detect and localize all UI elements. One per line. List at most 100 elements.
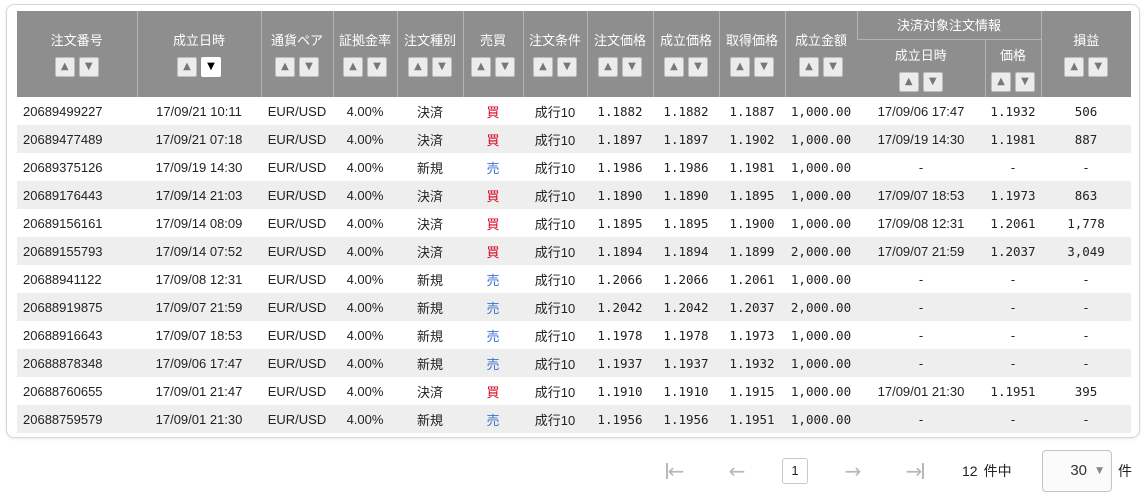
sort-desc-exec-amount[interactable]: ▼	[823, 57, 843, 77]
cell-exec-amount: 1,000.00	[790, 215, 852, 231]
cell-order-price: 1.1978	[597, 327, 643, 343]
table-row[interactable]: 20688916643 17/09/07 18:53 EUR/USD 4.00% 新規 売…	[17, 321, 1131, 349]
sort-desc-settle-time[interactable]: ▼	[922, 72, 943, 93]
cell-exec-time: 17/09/08 12:31	[155, 271, 243, 287]
cell-order-type: 新規	[416, 328, 443, 344]
cell-exec-amount: 2,000.00	[785, 237, 857, 265]
cell-exec-time: 17/09/14 07:52	[137, 237, 261, 265]
sort-asc-exec-amount[interactable]: ▲	[799, 57, 819, 77]
cell-order-type: 新規	[397, 293, 463, 321]
sort-desc-pnl[interactable]: ▼	[1088, 57, 1109, 77]
cell-settle-time: -	[857, 349, 985, 377]
cell-exec-amount: 1,000.00	[790, 271, 852, 287]
cell-order-type: 決済	[416, 104, 443, 120]
cell-margin-rate: 4.00%	[346, 327, 384, 343]
next-page-icon[interactable]: →	[838, 458, 868, 484]
cell-pair: EUR/USD	[267, 383, 327, 399]
cell-acq-price: 1.1932	[719, 349, 785, 377]
table-row[interactable]: 20688759579 17/09/01 21:30 EUR/USD 4.00% 新規売…	[17, 405, 1132, 433]
cell-exec-price: 1.1895	[663, 215, 709, 231]
cell-exec-time: 17/09/19 14:30	[155, 159, 243, 175]
sort-asc-acq-price[interactable]: ▲	[730, 57, 750, 77]
col-order-price: 注文価格 ▲ ▼	[586, 11, 653, 97]
sort-desc-order-type[interactable]: ▼	[432, 57, 452, 77]
cell-order-no: 20689155793	[17, 237, 137, 265]
table-row[interactable]: 20689499227 17/09/21 10:11 EUR/USD 4.00% 決済 買…	[17, 97, 1131, 125]
prev-page-icon[interactable]: ←	[722, 458, 752, 484]
cell-condition: 成行10	[523, 125, 587, 153]
cell-exec-price: 1.1882	[663, 103, 709, 119]
cell-settle-price: -	[1009, 159, 1017, 175]
sort-desc-settle-price[interactable]: ▼	[1015, 72, 1035, 93]
cell-side: 売	[486, 328, 500, 344]
sort-asc-exec-time[interactable]: ▲	[177, 57, 197, 77]
table-row[interactable]: 20688919875 17/09/07 21:59 EUR/USD 4.00% 新規売…	[17, 293, 1132, 321]
sort-desc-side[interactable]: ▼	[495, 57, 515, 77]
cell-order-price: 1.1956	[587, 405, 653, 433]
cell-pair: EUR/USD	[267, 327, 327, 343]
sort-desc-order-price[interactable]: ▼	[622, 57, 642, 77]
sort-asc-order-no[interactable]: ▲	[54, 57, 75, 77]
per-page-select[interactable]: 30 ▼	[1042, 450, 1112, 492]
col-settle-price: 価格 ▲ ▼	[984, 39, 1042, 97]
sort-desc-acq-price[interactable]: ▼	[754, 57, 774, 77]
first-page-icon[interactable]: ←	[660, 458, 690, 484]
sort-asc-side[interactable]: ▲	[471, 57, 491, 77]
col-settle-time: 成立日時 ▲ ▼	[857, 39, 985, 97]
table-row[interactable]: 20688941122 17/09/08 12:31 EUR/USD 4.00% 新規 売…	[17, 265, 1131, 293]
sort-asc-pnl[interactable]: ▲	[1064, 57, 1085, 77]
sort-asc-pair[interactable]: ▲	[275, 57, 295, 77]
table-row[interactable]: 20689155793 17/09/14 07:52 EUR/USD 4.00% 決済買…	[17, 237, 1132, 265]
sort-asc-order-type[interactable]: ▲	[408, 57, 428, 77]
cell-margin-rate: 4.00%	[346, 215, 384, 231]
cell-exec-price: 1.2042	[653, 293, 719, 321]
table-row[interactable]: 20688760655 17/09/01 21:47 EUR/USD 4.00% 決済 買…	[17, 377, 1131, 405]
last-page-icon[interactable]: →	[900, 458, 930, 484]
cell-exec-amount: 1,000.00	[785, 349, 857, 377]
sort-asc-condition[interactable]: ▲	[533, 57, 553, 77]
col-side: 売買 ▲ ▼	[462, 11, 523, 97]
sort-asc-exec-price[interactable]: ▲	[664, 57, 684, 77]
cell-order-type: 決済	[397, 181, 463, 209]
sort-desc-exec-time[interactable]: ▼	[201, 57, 221, 77]
cell-margin-rate: 4.00%	[333, 237, 397, 265]
cell-settle-price: 1.1981	[985, 125, 1042, 153]
sort-asc-settle-price[interactable]: ▲	[991, 72, 1011, 93]
col-pair: 通貨ペア ▲ ▼	[260, 11, 333, 97]
cell-side: 売	[486, 160, 500, 176]
sort-desc-order-no[interactable]: ▼	[78, 57, 99, 77]
cell-exec-amount: 1,000.00	[790, 159, 852, 175]
cell-exec-amount: 2,000.00	[785, 293, 857, 321]
table-row[interactable]: 20689375126 17/09/19 14:30 EUR/USD 4.00% 新規 売…	[17, 153, 1131, 181]
cell-side: 売	[486, 272, 500, 288]
cell-acq-price: 1.1973	[729, 327, 775, 343]
sort-asc-settle-time[interactable]: ▲	[898, 72, 919, 93]
table-row[interactable]: 20689477489 17/09/21 07:18 EUR/USD 4.00% 決済買…	[17, 125, 1132, 153]
table-row[interactable]: 20689156161 17/09/14 08:09 EUR/USD 4.00% 決済 買…	[17, 209, 1131, 237]
cell-order-no: 20688916643	[23, 327, 103, 343]
cell-pnl: -	[1041, 293, 1132, 321]
sort-desc-condition[interactable]: ▼	[557, 57, 577, 77]
cell-side: 売	[463, 405, 523, 433]
sort-asc-margin-rate[interactable]: ▲	[343, 57, 363, 77]
sort-asc-order-price[interactable]: ▲	[598, 57, 618, 77]
cell-order-no: 20688878348	[17, 349, 137, 377]
col-exec-amount: 成立金額 ▲ ▼	[784, 11, 857, 97]
table-row[interactable]: 20689176443 17/09/14 21:03 EUR/USD 4.00% 決済買…	[17, 181, 1132, 209]
current-page-button[interactable]: 1	[782, 458, 808, 484]
sort-desc-pair[interactable]: ▼	[299, 57, 319, 77]
settlement-group-header: 決済対象注文情報	[856, 11, 1042, 40]
cell-order-price: 1.1897	[587, 125, 653, 153]
cell-margin-rate: 4.00%	[333, 293, 397, 321]
sort-desc-exec-price[interactable]: ▼	[688, 57, 708, 77]
cell-exec-price: 1.1937	[653, 349, 719, 377]
cell-acq-price: 1.2037	[719, 293, 785, 321]
cell-pair: EUR/USD	[261, 237, 333, 265]
cell-settle-price: 1.2037	[985, 237, 1042, 265]
table-row[interactable]: 20688878348 17/09/06 17:47 EUR/USD 4.00% 新規売…	[17, 349, 1132, 377]
cell-exec-time: 17/09/07 18:53	[155, 327, 243, 343]
cell-pair: EUR/USD	[261, 181, 333, 209]
cell-exec-time: 17/09/01 21:30	[137, 405, 261, 433]
cell-settle-price: 1.1932	[990, 103, 1036, 119]
sort-desc-margin-rate[interactable]: ▼	[367, 57, 387, 77]
